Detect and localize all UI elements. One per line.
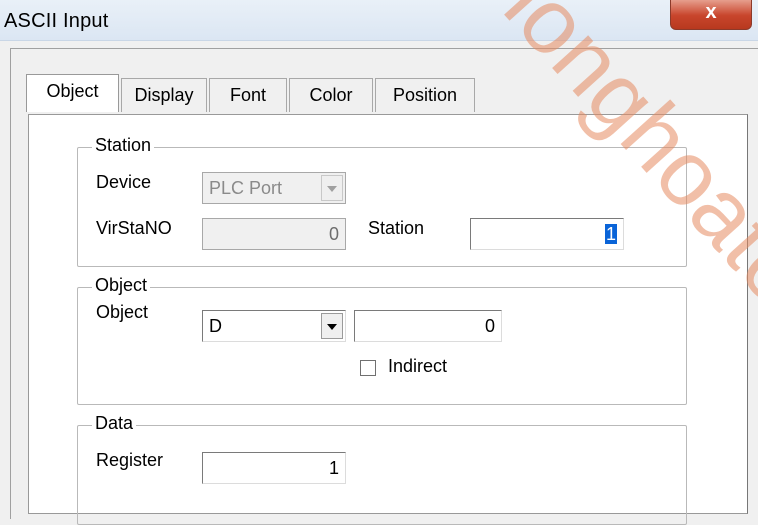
indirect-label: Indirect xyxy=(388,356,448,376)
object-label: Object xyxy=(96,302,149,322)
tab-object-label: Object xyxy=(46,81,99,101)
tab-object[interactable]: Object xyxy=(26,74,119,112)
virstano-label: VirStaNO xyxy=(96,218,172,238)
indirect-checkbox[interactable] xyxy=(360,360,376,376)
tab-position[interactable]: Position xyxy=(375,78,475,112)
close-button[interactable]: x xyxy=(670,0,752,30)
tab-font[interactable]: Font xyxy=(209,78,287,112)
object-type-dropdown-button[interactable] xyxy=(321,313,343,339)
tab-color-label: Color xyxy=(309,85,353,105)
data-group: Data Register 1 xyxy=(77,413,687,525)
close-icon: x xyxy=(705,1,717,23)
chevron-down-icon xyxy=(327,186,337,192)
device-label: Device xyxy=(96,172,152,192)
object-type-value: D xyxy=(209,316,222,336)
tab-color[interactable]: Color xyxy=(289,78,373,112)
data-group-title: Data xyxy=(92,413,137,434)
tab-display[interactable]: Display xyxy=(121,78,207,112)
chevron-down-icon xyxy=(327,324,337,330)
station-label: Station xyxy=(368,218,425,238)
tab-display-label: Display xyxy=(134,85,194,105)
object-type-select[interactable]: D xyxy=(202,310,346,342)
window-title: ASCII Input xyxy=(4,10,109,32)
tab-position-label: Position xyxy=(392,85,458,105)
station-field-value: 1 xyxy=(604,224,617,244)
virstano-field: 0 xyxy=(202,218,346,250)
register-field[interactable]: 1 xyxy=(202,452,346,484)
device-select: PLC Port xyxy=(202,172,346,204)
object-tab-panel: Station Device PLC Port VirStaNO 0 Stati… xyxy=(28,114,748,525)
device-select-value: PLC Port xyxy=(209,178,283,198)
tab-font-label: Font xyxy=(229,85,267,105)
station-group: Station Device PLC Port VirStaNO 0 Stati… xyxy=(77,135,687,267)
object-address-field[interactable]: 0 xyxy=(354,310,502,342)
station-field[interactable]: 1 xyxy=(470,218,624,250)
station-group-title: Station xyxy=(92,135,155,156)
object-group-title: Object xyxy=(92,275,151,296)
device-dropdown-button xyxy=(321,175,343,201)
object-group: Object Object D 0 Indirect xyxy=(77,275,687,405)
register-label: Register xyxy=(96,450,164,470)
title-bar: ASCII Input x xyxy=(0,0,758,41)
